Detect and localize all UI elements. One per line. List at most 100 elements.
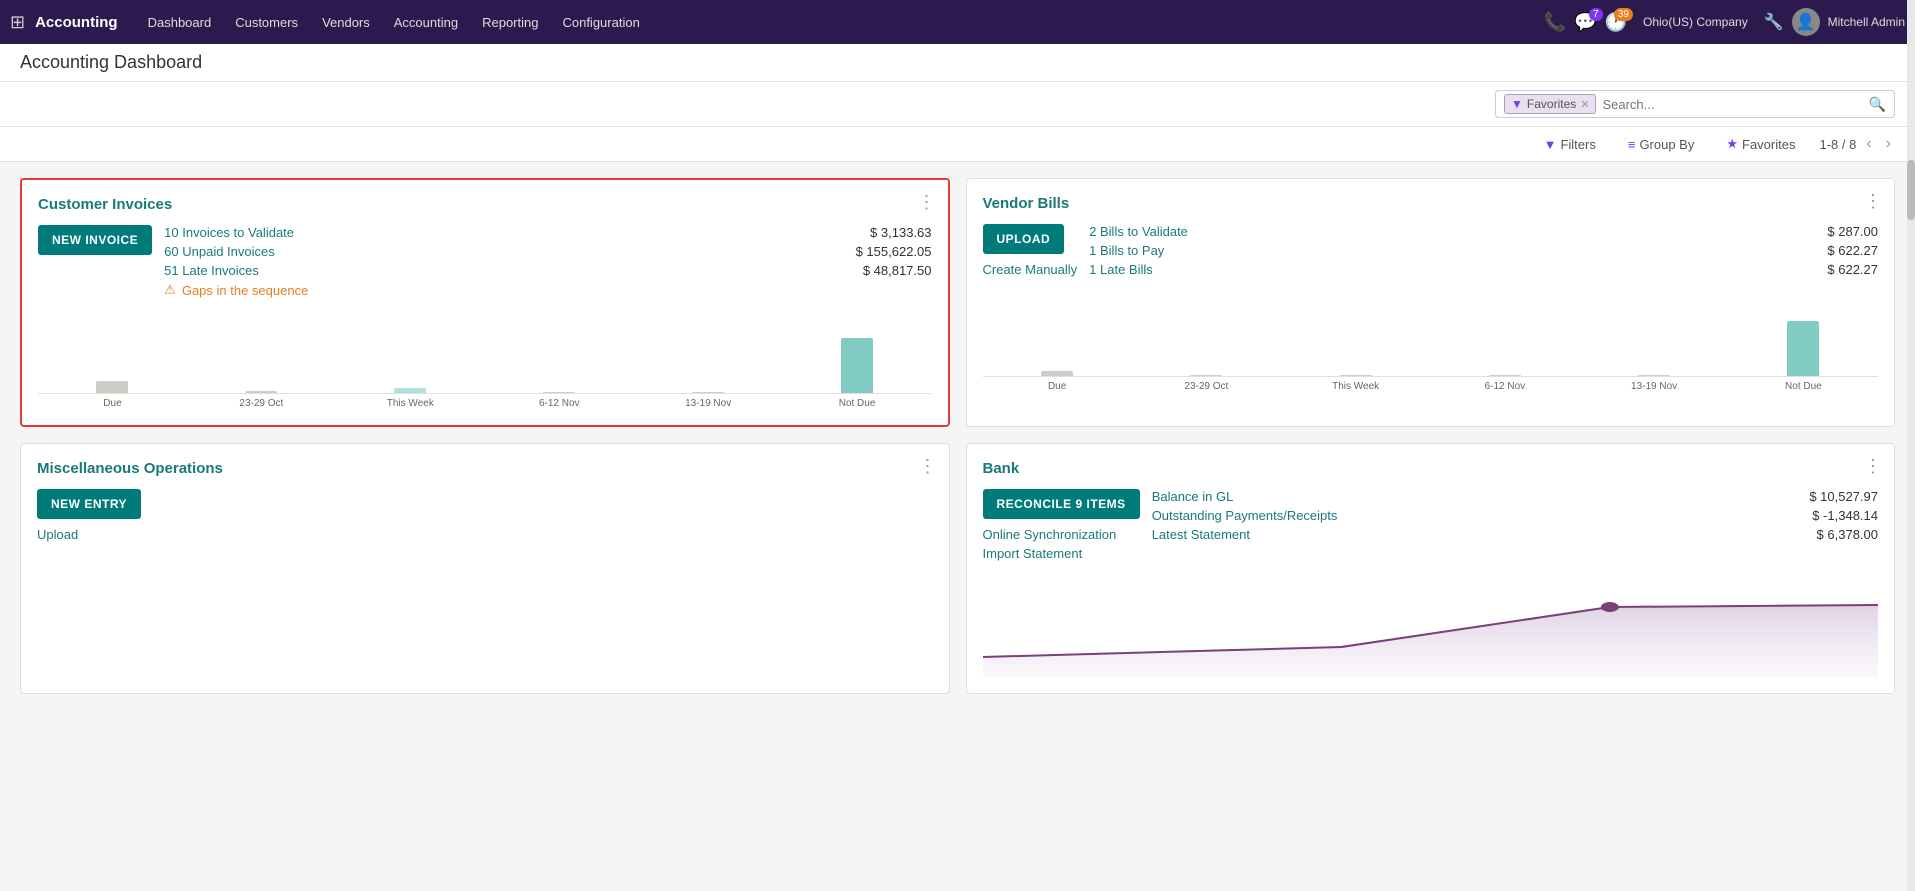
bar-not-due	[783, 333, 932, 393]
group-by-label: Group By	[1639, 137, 1694, 152]
wrench-icon[interactable]: 🔧	[1764, 12, 1784, 32]
vb-stat-label-1[interactable]: 1 Bills to Pay	[1089, 243, 1164, 258]
layers-icon: ≡	[1628, 137, 1636, 152]
bank-stat-value-0: $ 10,527.97	[1809, 489, 1878, 504]
bank-action: RECONCILE 9 ITEMS Online Synchronization…	[983, 489, 1140, 561]
nav-accounting[interactable]: Accounting	[384, 0, 468, 44]
bar-23-29	[187, 333, 336, 393]
search-area[interactable]: ▼ Favorites ✕ 🔍	[1495, 90, 1895, 118]
chat-icon[interactable]: 💬 7	[1574, 12, 1596, 33]
avatar[interactable]: 👤	[1792, 8, 1820, 36]
search-input[interactable]	[1596, 95, 1868, 114]
vb-bar-23-29	[1132, 316, 1281, 376]
chart-label-23-29: 23-29 Oct	[187, 398, 336, 409]
online-sync-link[interactable]: Online Synchronization	[983, 527, 1117, 542]
create-manually-link[interactable]: Create Manually	[983, 262, 1078, 277]
dashboard-grid: Customer Invoices ⋮ NEW INVOICE 10 Invoi…	[0, 162, 1915, 710]
stat-row-1: 60 Unpaid Invoices $ 155,622.05	[164, 244, 931, 259]
warning-text: Gaps in the sequence	[182, 283, 308, 298]
misc-operations-menu[interactable]: ⋮	[919, 456, 937, 477]
grid-icon[interactable]: ⊞	[10, 12, 25, 33]
phone-icon[interactable]: 📞	[1544, 12, 1566, 33]
bar-chart-labels: Due 23-29 Oct This Week 6-12 Nov 13-19 N…	[38, 398, 932, 409]
vb-bar-this-week-bar	[1340, 375, 1372, 376]
bank-stat-value-2: $ 6,378.00	[1817, 527, 1878, 542]
bank-title: Bank	[983, 460, 1879, 477]
prev-page-button[interactable]: ‹	[1862, 133, 1875, 155]
filters-button[interactable]: ▼ Filters	[1536, 134, 1604, 155]
bar-13-19-bar	[692, 392, 724, 393]
vendor-bills-chart: Due 23-29 Oct This Week 6-12 Nov 13-19 N…	[983, 297, 1879, 392]
search-icon[interactable]: 🔍	[1869, 96, 1886, 113]
upload-button[interactable]: UPLOAD	[983, 224, 1065, 254]
bank-menu[interactable]: ⋮	[1864, 456, 1882, 477]
filter-icon: ▼	[1511, 97, 1523, 111]
page-title: Accounting Dashboard	[20, 52, 1895, 73]
activity-badge: 39	[1614, 8, 1633, 21]
bank-stat-label-1: Outstanding Payments/Receipts	[1152, 508, 1338, 523]
vb-stat-row-2: 1 Late Bills $ 622.27	[1089, 262, 1878, 277]
nav-dashboard[interactable]: Dashboard	[138, 0, 222, 44]
customer-invoices-chart: Due 23-29 Oct This Week 6-12 Nov 13-19 N…	[38, 314, 932, 409]
vb-chart-label-due: Due	[983, 381, 1132, 392]
user-name[interactable]: Mitchell Admin	[1828, 15, 1905, 29]
vb-chart-label-this-week: This Week	[1281, 381, 1430, 392]
bar-not-due-bar	[841, 338, 873, 393]
vb-stat-label-2[interactable]: 1 Late Bills	[1089, 262, 1153, 277]
bar-13-19	[634, 333, 783, 393]
customer-invoices-stats: 10 Invoices to Validate $ 3,133.63 60 Un…	[164, 225, 931, 298]
favorites-label: Favorites	[1742, 137, 1795, 152]
stat-label-0[interactable]: 10 Invoices to Validate	[164, 225, 294, 240]
filters-label: Filters	[1560, 137, 1595, 152]
vb-bar-13-19	[1580, 316, 1729, 376]
chart-label-6-12: 6-12 Nov	[485, 398, 634, 409]
nav-customers[interactable]: Customers	[225, 0, 308, 44]
stat-value-0: $ 3,133.63	[870, 225, 931, 240]
bank-line-chart	[983, 577, 1879, 677]
vb-bar-13-19-bar	[1638, 375, 1670, 376]
search-bar: ▼ Favorites ✕ 🔍	[0, 82, 1915, 127]
group-by-button[interactable]: ≡ Group By	[1620, 134, 1703, 155]
vb-stat-value-1: $ 622.27	[1827, 243, 1878, 258]
vb-bar-due	[983, 316, 1132, 376]
activity-icon[interactable]: 🕐 39	[1605, 12, 1627, 33]
nav-configuration[interactable]: Configuration	[552, 0, 649, 44]
vb-bar-23-29-bar	[1190, 375, 1222, 376]
stat-label-1[interactable]: 60 Unpaid Invoices	[164, 244, 275, 259]
warning-icon: ⚠	[164, 282, 176, 298]
nav-reporting[interactable]: Reporting	[472, 0, 548, 44]
misc-operations-card: Miscellaneous Operations ⋮ NEW ENTRY Upl…	[20, 443, 950, 694]
customer-invoices-action: NEW INVOICE	[38, 225, 152, 298]
scrollbar[interactable]	[1907, 0, 1915, 710]
vb-bar-due-bar	[1041, 371, 1073, 376]
bar-this-week-bar	[394, 388, 426, 393]
vendor-bills-menu[interactable]: ⋮	[1864, 191, 1882, 212]
stat-value-1: $ 155,622.05	[856, 244, 932, 259]
vb-bar-chart-bars	[983, 297, 1879, 377]
vb-stat-label-0[interactable]: 2 Bills to Validate	[1089, 224, 1188, 239]
reconcile-button[interactable]: RECONCILE 9 ITEMS	[983, 489, 1140, 519]
bank-stat-label-0: Balance in GL	[1152, 489, 1234, 504]
chat-badge: 7	[1589, 8, 1603, 21]
top-navigation: ⊞ Accounting Dashboard Customers Vendors…	[0, 0, 1915, 44]
vb-chart-label-23-29: 23-29 Oct	[1132, 381, 1281, 392]
customer-invoices-menu[interactable]: ⋮	[918, 192, 936, 213]
company-name: Ohio(US) Company	[1643, 15, 1748, 29]
new-invoice-button[interactable]: NEW INVOICE	[38, 225, 152, 255]
nav-vendors[interactable]: Vendors	[312, 0, 380, 44]
vb-bar-not-due	[1729, 316, 1878, 376]
stat-label-2[interactable]: 51 Late Invoices	[164, 263, 259, 278]
import-statement-link[interactable]: Import Statement	[983, 546, 1083, 561]
new-entry-button[interactable]: NEW ENTRY	[37, 489, 141, 519]
bank-stat-label-2: Latest Statement	[1152, 527, 1250, 542]
scrollbar-thumb[interactable]	[1907, 160, 1915, 220]
vb-bar-6-12	[1430, 316, 1579, 376]
favorites-tag-close[interactable]: ✕	[1580, 98, 1589, 111]
upload-link[interactable]: Upload	[37, 527, 78, 542]
stat-row-0: 10 Invoices to Validate $ 3,133.63	[164, 225, 931, 240]
favorites-filter-tag[interactable]: ▼ Favorites ✕	[1504, 94, 1596, 114]
next-page-button[interactable]: ›	[1882, 133, 1895, 155]
bar-23-29-bar	[245, 391, 277, 393]
favorites-button[interactable]: ★ Favorites	[1718, 133, 1803, 155]
brand-name: Accounting	[35, 14, 118, 31]
